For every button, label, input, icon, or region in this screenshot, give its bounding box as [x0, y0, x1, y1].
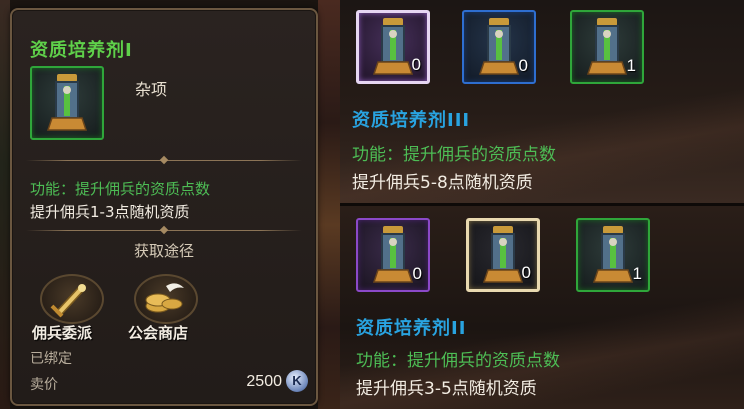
item-slot-green[interactable]: 1 — [576, 218, 650, 292]
item-description: 提升佣兵1-3点随机资质 — [30, 203, 190, 221]
item-slot-purple[interactable]: 0 — [356, 218, 430, 292]
item-slot-green[interactable]: 1 — [570, 10, 644, 84]
source-mercenary-dispatch-button[interactable] — [40, 274, 104, 324]
price-label: 卖价 — [30, 377, 58, 393]
item-slot-purple[interactable]: 0 — [356, 10, 430, 84]
item-type: 杂项 — [135, 80, 168, 99]
item-description: 提升佣兵5-8点随机资质 — [352, 173, 533, 193]
source-label: 公会商店 — [128, 324, 189, 342]
price-value: 2500 — [246, 373, 282, 390]
potion-vial-icon — [592, 226, 634, 283]
potion-vial-icon — [372, 18, 414, 75]
item-title: 资质培养剂I — [30, 40, 133, 61]
coins-icon — [145, 283, 184, 313]
item-count: 1 — [632, 264, 642, 283]
background-left-edge — [0, 0, 10, 409]
sword-icon — [50, 284, 86, 318]
item-count: 0 — [412, 264, 422, 283]
source-label: 佣兵委派 — [32, 324, 93, 342]
item-count: 0 — [518, 56, 528, 75]
item-count: 0 — [521, 263, 531, 282]
source-guild-shop-button[interactable] — [134, 274, 198, 324]
item-function: 功能：提升佣兵的资质点数 — [30, 180, 211, 198]
divider — [26, 230, 302, 231]
item-slot-blue[interactable]: 0 — [462, 10, 536, 84]
potion-vial-icon — [46, 74, 88, 131]
item-description: 提升佣兵3-5点随机资质 — [356, 379, 537, 399]
item-count: 0 — [411, 55, 421, 74]
item-panel-tier3: 0 0 1 资质培养剂III 功能：提升佣兵的资质点数 提升佣兵5-8点随机资质 — [340, 0, 744, 203]
item-count: 1 — [626, 56, 636, 75]
potion-vial-icon — [478, 18, 520, 75]
source-header: 获取途径 — [133, 242, 194, 260]
item-slot-gold[interactable]: 0 — [466, 218, 540, 292]
bound-status: 已绑定 — [30, 351, 72, 367]
item-function: 功能：提升佣兵的资质点数 — [356, 351, 560, 371]
potion-vial-icon — [586, 18, 628, 75]
item-panel-tier2: 0 0 1 资质培养剂II 功能：提升佣兵的资质点数 提升佣兵3-5点随机资质 — [340, 206, 744, 409]
potion-vial-icon — [372, 226, 414, 283]
background-divider — [318, 0, 340, 409]
item-tooltip: 资质培养剂I 杂项 功能：提升佣兵的资质点数 提升佣兵1-3点随机资质 获取途径… — [10, 8, 318, 406]
item-icon-slot[interactable] — [30, 66, 104, 140]
currency-icon: K — [286, 370, 308, 392]
divider — [26, 160, 302, 161]
potion-vial-icon — [482, 226, 524, 283]
item-title: 资质培养剂II — [356, 318, 467, 339]
item-title: 资质培养剂III — [352, 110, 471, 131]
item-function: 功能：提升佣兵的资质点数 — [352, 145, 556, 165]
